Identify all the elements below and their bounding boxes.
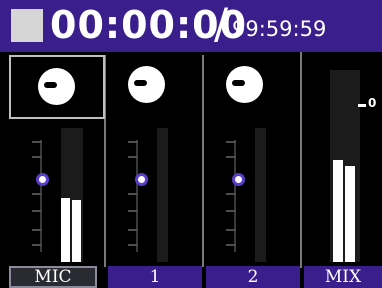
pan-knob-cell[interactable] bbox=[205, 55, 302, 119]
fader-thumb[interactable] bbox=[36, 173, 49, 186]
status-bar: 00:00:00 / 99:59:59 bbox=[0, 0, 382, 52]
level-meter bbox=[255, 128, 266, 262]
channel-label[interactable]: 2 bbox=[206, 266, 300, 288]
pan-knob-icon[interactable] bbox=[128, 66, 165, 103]
channel-label[interactable]: 1 bbox=[108, 266, 202, 288]
mix-level-meter-right bbox=[345, 166, 355, 262]
channel-label[interactable]: MIC bbox=[9, 266, 97, 288]
channel-strip-mic[interactable]: MIC bbox=[0, 52, 105, 288]
fader-thumb[interactable] bbox=[232, 173, 245, 186]
level-meter bbox=[157, 128, 168, 262]
zero-db-label: 0 bbox=[368, 96, 377, 110]
level-meter-left bbox=[61, 198, 70, 262]
stop-icon[interactable] bbox=[11, 9, 43, 42]
pan-knob-icon[interactable] bbox=[38, 68, 75, 105]
pan-knob-cell[interactable] bbox=[107, 55, 204, 119]
fader-thumb[interactable] bbox=[135, 173, 148, 186]
channel-strip-1[interactable]: 1 bbox=[107, 52, 204, 288]
level-meter-right bbox=[72, 200, 81, 262]
time-separator: / bbox=[214, 0, 229, 48]
pan-knob-icon[interactable] bbox=[226, 66, 263, 103]
mix-level-meter-left bbox=[333, 160, 343, 262]
zero-db-marker bbox=[358, 104, 366, 107]
max-record-time: 99:59:59 bbox=[232, 17, 327, 41]
channel-strip-2[interactable]: 2 bbox=[205, 52, 302, 288]
pan-knob-cell[interactable] bbox=[9, 55, 105, 119]
mix-label[interactable]: MIX bbox=[304, 266, 382, 288]
